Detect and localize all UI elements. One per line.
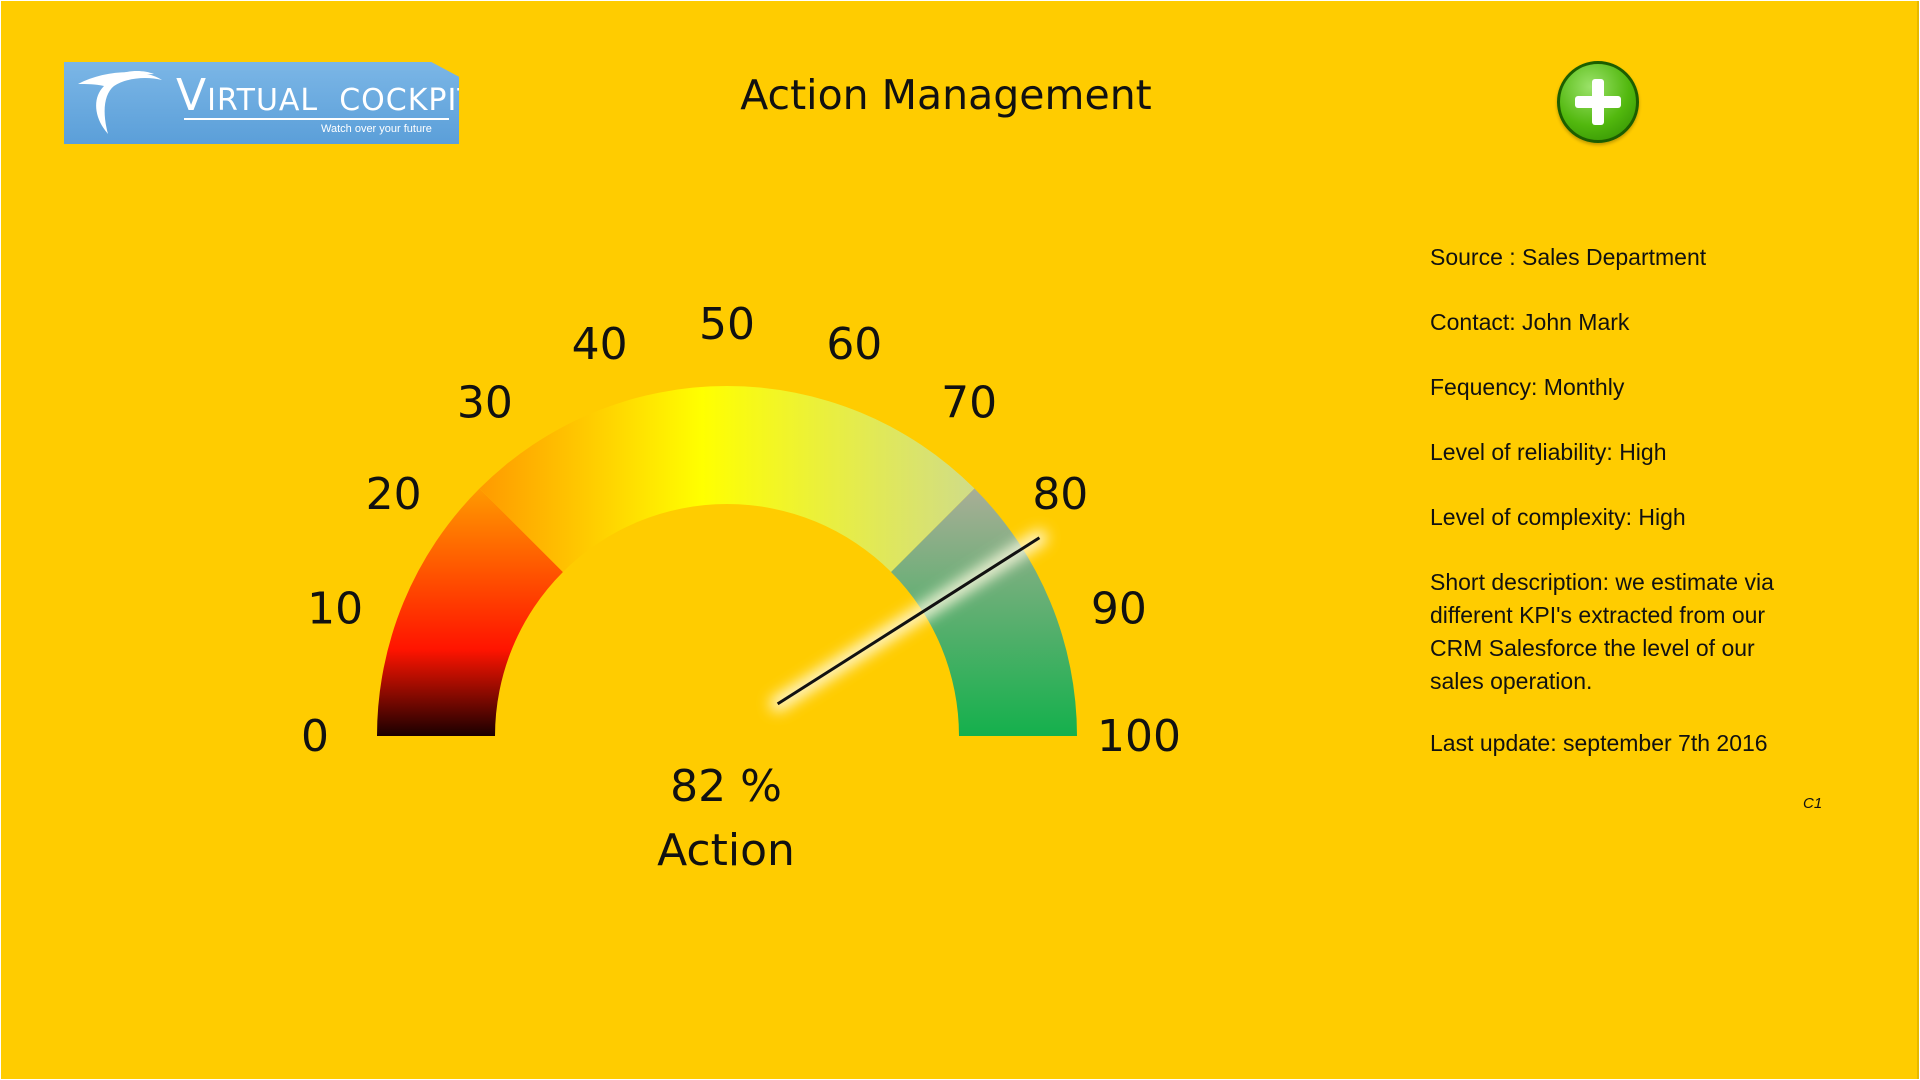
info-last-update: Last update: september 7th 2016: [1430, 730, 1768, 756]
gauge-tick-label: 60: [826, 319, 882, 370]
gauge-tick-label: 40: [572, 319, 628, 370]
gauge-tick-label: 100: [1097, 711, 1181, 762]
plus-icon-horizontal: [1575, 96, 1621, 108]
info-panel: Source : Sales Department Contact: John …: [1430, 241, 1830, 792]
gauge-readout-value: 82 %: [670, 761, 782, 812]
gauge-readout-label: Action: [657, 825, 795, 876]
gauge-tick-label: 0: [301, 711, 329, 762]
gauge-band-yellow: [479, 386, 975, 572]
gauge-tick-label: 10: [307, 584, 363, 635]
info-frequency: Fequency: Monthly: [1430, 374, 1625, 400]
info-source: Source : Sales Department: [1430, 244, 1707, 270]
gauge-tick-label: 30: [457, 378, 513, 429]
info-description-line: sales operation.: [1430, 668, 1593, 694]
add-button[interactable]: [1557, 61, 1639, 143]
info-description-line: different KPI's extracted from our: [1430, 602, 1766, 628]
gauge-tick-label: 70: [941, 378, 997, 429]
gauge-tick-label: 80: [1032, 469, 1088, 520]
info-description-line: CRM Salesforce the level of our: [1430, 635, 1755, 661]
gauge-tick-label: 20: [366, 469, 422, 520]
gauge-tick-label: 90: [1091, 584, 1147, 635]
gauge-tick-label: 50: [699, 299, 755, 350]
dashboard-slide: VIRTUAL COCKPIT Watch over your future A…: [1, 1, 1919, 1079]
info-contact: Contact: John Mark: [1430, 309, 1630, 335]
info-reliability: Level of reliability: High: [1430, 439, 1667, 465]
speedometer-gauge: 0 10 20 30 40 50 60 70 80 90 100: [301, 299, 1181, 762]
info-complexity: Level of complexity: High: [1430, 504, 1686, 530]
info-description: Short description: we estimate via diffe…: [1430, 566, 1830, 698]
info-description-line: Short description: we estimate via: [1430, 569, 1774, 595]
slide-code: C1: [1803, 795, 1823, 812]
logo-tagline: Watch over your future: [321, 123, 432, 135]
gauge-bands: [377, 386, 1077, 736]
